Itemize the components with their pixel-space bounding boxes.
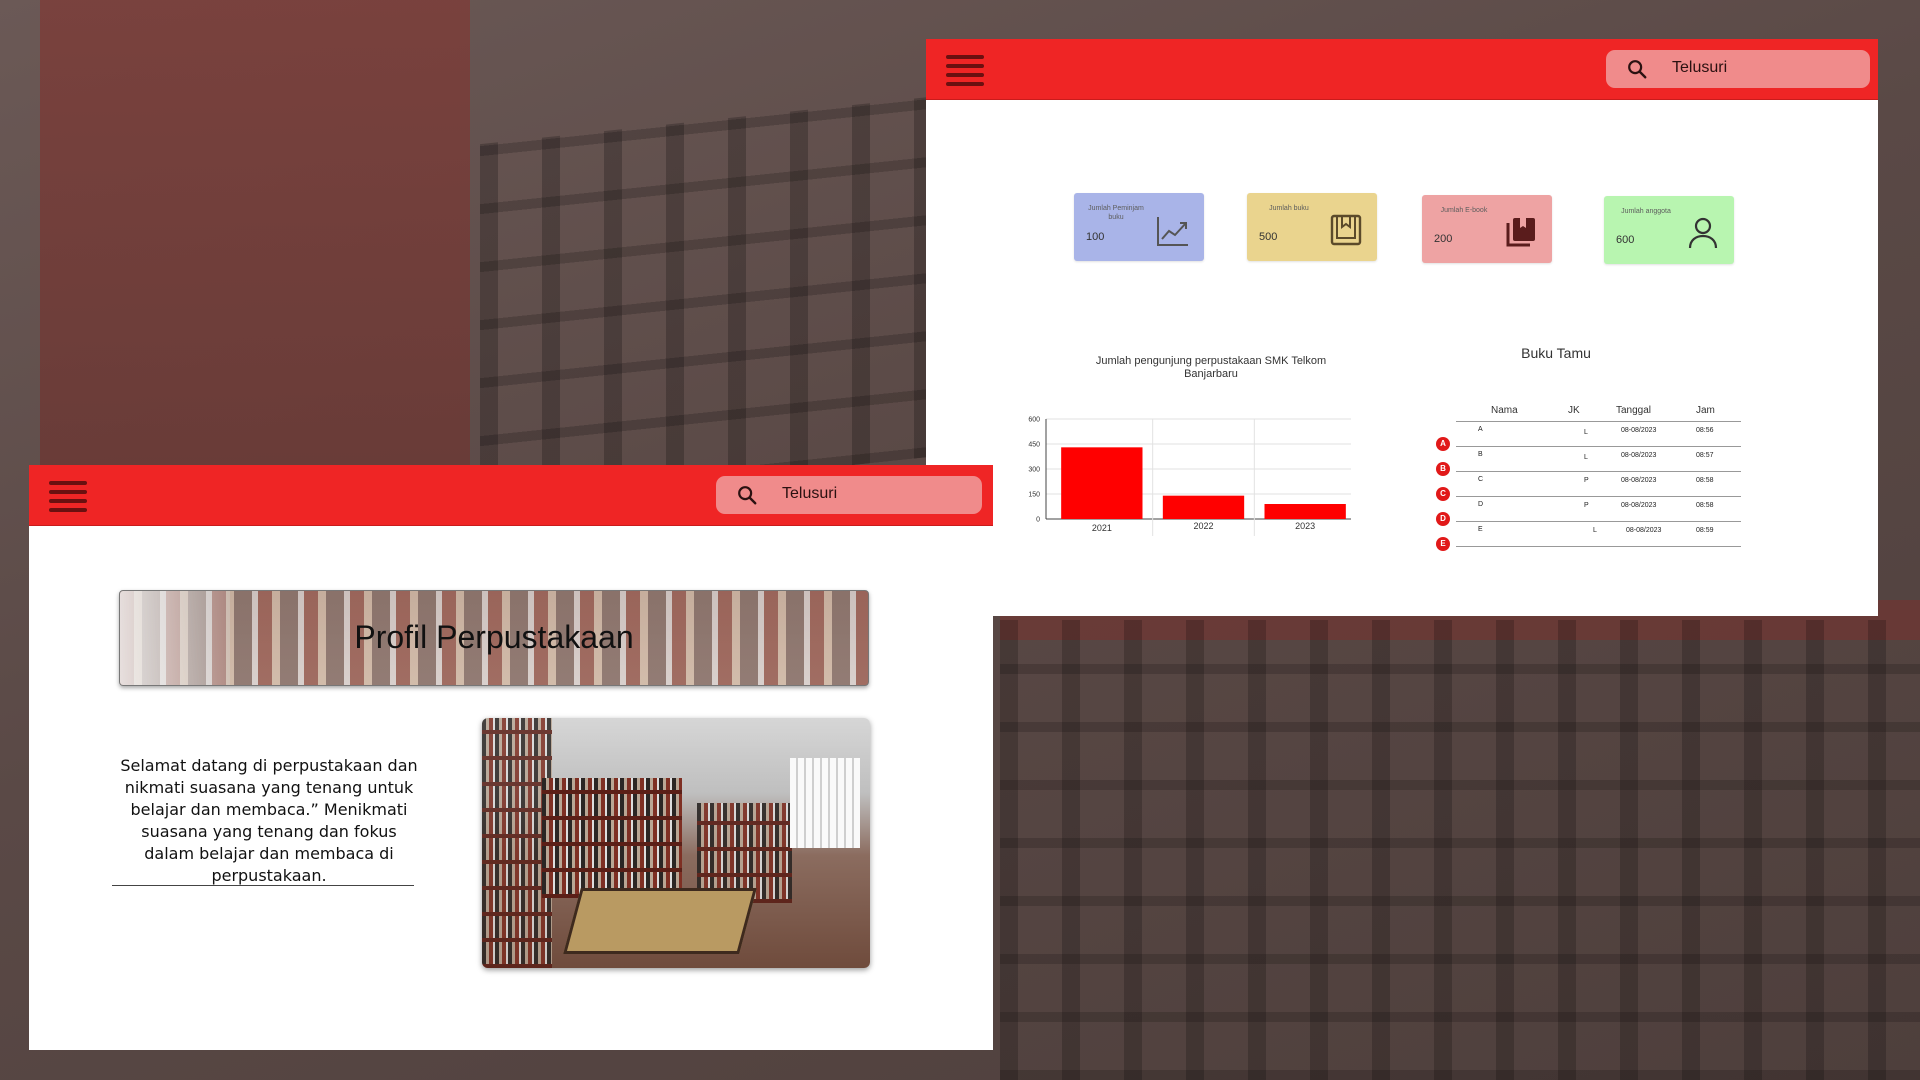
cell-jam: 08:58 <box>1696 502 1714 509</box>
cell-jam: 08:56 <box>1696 427 1714 434</box>
search-icon <box>738 486 757 505</box>
row-badge: A <box>1436 437 1450 451</box>
row-badge: D <box>1436 512 1450 526</box>
stat-label: Jumlah E-book <box>1440 207 1488 214</box>
search-placeholder: Telusuri <box>782 485 838 502</box>
table-row[interactable]: D D P 08-08/2023 08:58 <box>1436 497 1741 526</box>
trending-up-icon <box>1157 217 1188 246</box>
x-tick-label: 2021 <box>1092 523 1112 533</box>
stat-value: 600 <box>1616 234 1635 246</box>
cell-nama: D <box>1478 501 1484 508</box>
chart-bar <box>1264 504 1346 519</box>
y-tick-label: 450 <box>1028 442 1040 449</box>
bookmark-book-icon <box>1330 214 1362 246</box>
background-building-left <box>480 95 940 505</box>
stat-card-members[interactable]: Jumlah anggota 600 <box>1604 196 1734 264</box>
background-banner <box>40 0 470 470</box>
y-tick-label: 0 <box>1036 517 1040 524</box>
page-title: Profil Perpustakaan <box>354 619 634 655</box>
cell-nama: B <box>1478 451 1483 458</box>
profile-screen: Telusuri Profil Perpustakaan Selamat dat… <box>29 465 993 1050</box>
book-stack-icon <box>1506 218 1535 247</box>
cell-tanggal: 08-08/2023 <box>1621 502 1657 509</box>
visitors-bar-chart: 0 150 300 450 600 2021 2022 2023 <box>1028 417 1351 536</box>
y-tick-label: 150 <box>1028 492 1040 499</box>
cell-jam: 08:57 <box>1696 452 1714 459</box>
column-header: Jam <box>1696 405 1715 416</box>
divider <box>112 885 414 886</box>
cell-tanggal: 08-08/2023 <box>1621 427 1657 434</box>
stat-card-ebooks[interactable]: Jumlah E-book 200 <box>1422 195 1552 263</box>
stat-card-borrowers[interactable]: Jumlah Peminjam buku 100 <box>1074 193 1204 261</box>
search-input[interactable]: Telusuri <box>1606 50 1870 88</box>
row-badge: B <box>1436 462 1450 476</box>
cell-nama: A <box>1478 426 1483 433</box>
cell-tanggal: 08-08/2023 <box>1626 527 1662 534</box>
search-input[interactable]: Telusuri <box>716 476 982 514</box>
cell-jk: L <box>1584 429 1588 436</box>
dashboard-screen: Telusuri Jumlah Peminjam buku 100 Jumlah… <box>926 39 1878 616</box>
dashboard-topbar: Telusuri <box>926 39 1878 100</box>
table-row[interactable]: B B L 08-08/2023 08:57 <box>1436 447 1741 476</box>
photo-shelf-center <box>542 778 682 898</box>
guestbook-title: Buku Tamu <box>1521 345 1591 361</box>
menu-icon[interactable] <box>49 479 87 512</box>
stat-label: Jumlah buku <box>1269 205 1309 212</box>
profile-hero-banner: Profil Perpustakaan <box>119 590 869 686</box>
cell-jk: L <box>1593 527 1597 534</box>
cell-jk: P <box>1584 502 1589 509</box>
background-building-right <box>1000 620 1920 1080</box>
x-tick-label: 2023 <box>1295 521 1315 531</box>
intro-text: Selamat datang di perpustakaan dan nikma… <box>120 756 418 885</box>
stat-card-books[interactable]: Jumlah buku 500 <box>1247 193 1377 261</box>
y-tick-label: 300 <box>1028 467 1040 474</box>
cell-nama: E <box>1478 526 1483 533</box>
stat-value: 200 <box>1434 233 1453 245</box>
search-icon <box>1628 60 1647 79</box>
menu-icon[interactable] <box>946 53 984 86</box>
y-tick-label: 600 <box>1028 417 1040 424</box>
stat-label: Jumlah Peminjam buku <box>1088 205 1144 221</box>
column-header: Tanggal <box>1616 405 1652 416</box>
table-header: Nama JK Tanggal Jam <box>1456 401 1741 422</box>
cell-jk: P <box>1584 477 1589 484</box>
cell-tanggal: 08-08/2023 <box>1621 477 1657 484</box>
x-tick-label: 2022 <box>1193 521 1213 531</box>
column-header: Nama <box>1491 405 1518 416</box>
stat-label: Jumlah anggota <box>1621 208 1671 215</box>
row-badge: E <box>1436 537 1450 551</box>
column-header: JK <box>1568 405 1580 416</box>
cell-tanggal: 08-08/2023 <box>1621 452 1657 459</box>
cell-jk: L <box>1584 454 1588 461</box>
user-icon <box>1688 217 1718 249</box>
cell-jam: 08:59 <box>1696 527 1714 534</box>
photo-window <box>790 758 860 848</box>
row-badge: C <box>1436 487 1450 501</box>
photo-table <box>563 888 757 954</box>
table-row[interactable]: E E L 08-08/2023 08:59 <box>1436 522 1741 551</box>
library-photo <box>482 718 870 968</box>
search-placeholder: Telusuri <box>1672 59 1728 76</box>
chart-bar <box>1061 447 1143 519</box>
cell-nama: C <box>1478 476 1484 483</box>
chart-bar <box>1162 495 1245 519</box>
profile-topbar: Telusuri <box>29 465 993 526</box>
guestbook-table: Nama JK Tanggal Jam A A L 08-08/2023 08:… <box>1436 401 1741 551</box>
table-row[interactable]: A A L 08-08/2023 08:56 <box>1436 422 1741 451</box>
table-row[interactable]: C C P 08-08/2023 08:58 <box>1436 472 1741 501</box>
stat-value: 100 <box>1086 231 1105 243</box>
cell-jam: 08:58 <box>1696 477 1714 484</box>
chart-title: Jumlah pengunjung perpustakaan SMK Telko… <box>1095 355 1327 380</box>
stat-value: 500 <box>1259 231 1278 243</box>
